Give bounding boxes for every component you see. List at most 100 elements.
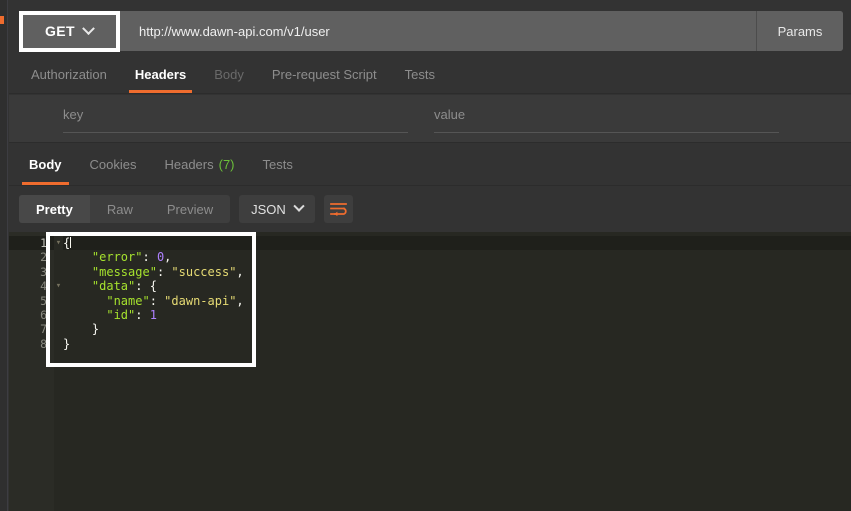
json-comma: , bbox=[164, 250, 172, 265]
json-brace-open: { bbox=[63, 236, 71, 250]
response-tab-body[interactable]: Body bbox=[15, 144, 76, 185]
format-mode-pretty[interactable]: Pretty bbox=[19, 195, 90, 223]
content-type-label: JSON bbox=[251, 201, 286, 217]
line-number: 8 bbox=[40, 336, 47, 351]
code-line-4: "data": { bbox=[63, 279, 851, 293]
format-mode-raw[interactable]: Raw bbox=[90, 195, 150, 223]
json-brace-open: { bbox=[149, 279, 157, 294]
header-key-value-row: key value bbox=[9, 95, 851, 143]
editor-fold-gutter[interactable]: ▾ ▾ bbox=[54, 232, 63, 511]
request-url-input[interactable]: http://www.dawn-api.com/v1/user bbox=[120, 11, 756, 51]
response-headers-count-badge: (7) bbox=[218, 157, 235, 172]
json-brace-close: } bbox=[91, 322, 100, 337]
code-line-5: "name": "dawn-api", bbox=[63, 294, 851, 308]
http-method-selector[interactable]: GET bbox=[19, 11, 120, 51]
response-tab-headers[interactable]: Headers (7) bbox=[150, 144, 248, 185]
json-colon: : bbox=[156, 264, 172, 279]
response-tab-cookies[interactable]: Cookies bbox=[76, 144, 151, 185]
word-wrap-icon bbox=[329, 203, 347, 216]
line-number: 6 bbox=[40, 307, 47, 322]
format-mode-pretty-label: Pretty bbox=[36, 201, 73, 217]
word-wrap-toggle-button[interactable] bbox=[323, 195, 353, 223]
response-tab-headers-label: Headers bbox=[164, 157, 214, 172]
http-method-label: GET bbox=[45, 23, 75, 39]
fold-marker bbox=[54, 250, 63, 264]
response-body-editor[interactable]: 1 2 3 4 5 6 7 8 ▾ ▾ { "error": 0, "messa… bbox=[9, 232, 851, 511]
fold-marker[interactable]: ▾ bbox=[54, 279, 63, 293]
header-key-input[interactable]: key bbox=[63, 107, 408, 133]
text-caret bbox=[70, 237, 72, 248]
format-mode-preview[interactable]: Preview bbox=[150, 195, 230, 223]
header-value-placeholder: value bbox=[434, 107, 466, 122]
tab-authorization[interactable]: Authorization bbox=[17, 56, 121, 93]
response-tab-body-label: Body bbox=[29, 157, 62, 172]
tab-body[interactable]: Body bbox=[200, 56, 258, 93]
json-colon: : bbox=[149, 293, 165, 308]
response-tabs: Body Cookies Headers (7) Tests bbox=[9, 144, 851, 186]
tab-tests-label: Tests bbox=[404, 67, 435, 82]
response-format-toolbar: Pretty Raw Preview JSON bbox=[9, 186, 851, 232]
fold-marker bbox=[54, 265, 63, 279]
editor-line-number-gutter: 1 2 3 4 5 6 7 8 bbox=[9, 232, 54, 511]
wrap-arrow-head bbox=[334, 211, 338, 216]
json-comma: , bbox=[236, 293, 244, 308]
line-number: 3 bbox=[40, 264, 47, 279]
fold-marker[interactable]: ▾ bbox=[54, 236, 63, 250]
code-line-8: } bbox=[63, 337, 851, 351]
line-number: 2 bbox=[40, 250, 47, 265]
fold-marker bbox=[54, 308, 63, 322]
code-line-3: "message": "success", bbox=[63, 265, 851, 279]
json-key-name: "name" bbox=[106, 293, 150, 308]
format-mode-raw-label: Raw bbox=[106, 201, 133, 217]
request-url-bar: GET http://www.dawn-api.com/v1/user Para… bbox=[19, 11, 843, 51]
line-number: 4 bbox=[40, 279, 47, 294]
tab-authorization-label: Authorization bbox=[31, 67, 107, 82]
code-line-1: { bbox=[63, 236, 851, 251]
chevron-down-icon bbox=[293, 200, 305, 212]
params-button-label: Params bbox=[777, 23, 823, 39]
response-tab-tests-label: Tests bbox=[262, 157, 293, 172]
request-url-bar-row: GET http://www.dawn-api.com/v1/user Para… bbox=[9, 0, 851, 56]
fold-marker bbox=[54, 322, 63, 336]
tab-headers[interactable]: Headers bbox=[121, 56, 200, 93]
response-tab-cookies-label: Cookies bbox=[89, 157, 137, 172]
code-line-7: } bbox=[63, 322, 851, 336]
sidebar-accent-marker bbox=[0, 16, 4, 24]
request-url-text: http://www.dawn-api.com/v1/user bbox=[139, 23, 330, 39]
code-line-6: "id": 1 bbox=[63, 308, 851, 322]
json-colon: : bbox=[135, 279, 150, 294]
format-mode-segmented-control: Pretty Raw Preview bbox=[19, 195, 231, 223]
params-button[interactable]: Params bbox=[756, 11, 843, 51]
left-sidebar-rail bbox=[0, 0, 8, 511]
tab-pre-request-script[interactable]: Pre-request Script bbox=[258, 56, 391, 93]
tab-tests[interactable]: Tests bbox=[391, 56, 449, 93]
json-colon: : bbox=[135, 307, 150, 322]
tab-body-label: Body bbox=[214, 67, 244, 82]
content-type-dropdown[interactable]: JSON bbox=[239, 195, 315, 223]
json-value-name: "dawn-api" bbox=[164, 293, 237, 308]
code-line-2: "error": 0, bbox=[63, 250, 851, 264]
request-tabs: Authorization Headers Body Pre-request S… bbox=[9, 56, 851, 94]
editor-code-area[interactable]: { "error": 0, "message": "success", "dat… bbox=[63, 232, 851, 511]
api-client-window: GET http://www.dawn-api.com/v1/user Para… bbox=[0, 0, 851, 511]
fold-marker bbox=[54, 294, 63, 308]
tab-headers-label: Headers bbox=[134, 67, 187, 82]
json-key-data: "data" bbox=[91, 279, 136, 294]
line-number: 7 bbox=[40, 322, 47, 337]
line-number: 5 bbox=[40, 293, 47, 308]
json-value-message: "success" bbox=[171, 264, 237, 279]
json-comma: , bbox=[236, 264, 244, 279]
json-key-message: "message" bbox=[91, 264, 157, 279]
fold-marker bbox=[54, 337, 63, 351]
json-brace-close: } bbox=[63, 336, 71, 351]
response-tab-tests[interactable]: Tests bbox=[249, 144, 307, 185]
format-mode-preview-label: Preview bbox=[166, 201, 214, 217]
header-value-input[interactable]: value bbox=[434, 107, 779, 133]
json-key-error: "error" bbox=[91, 250, 143, 265]
